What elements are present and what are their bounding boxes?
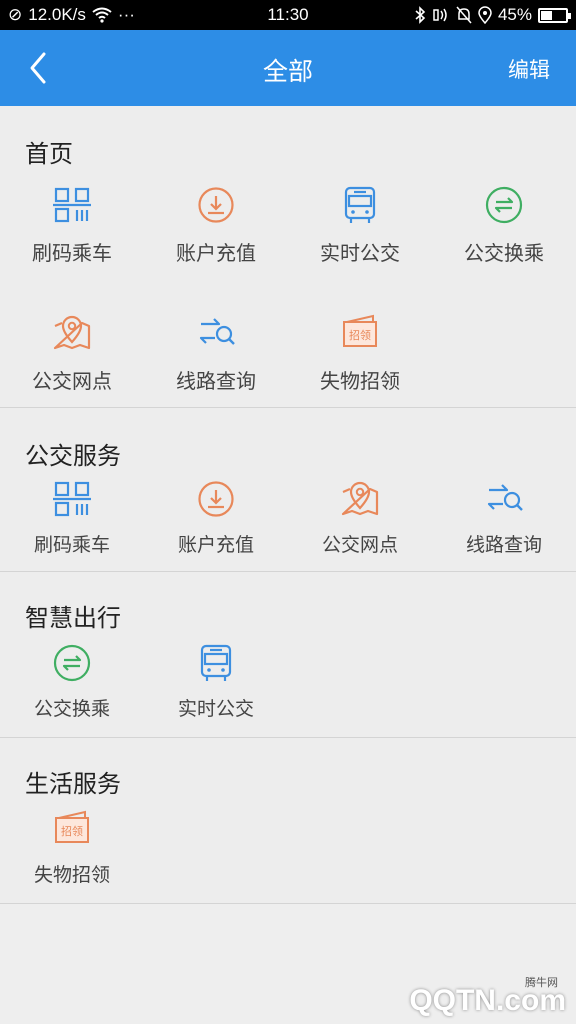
qr-code-icon (51, 478, 93, 520)
download-circle-icon (195, 184, 237, 226)
service-label: 实时公交 (177, 698, 254, 720)
service-label: 刷码乘车 (32, 241, 112, 265)
service-item-transfer[interactable]: 公交换乘 (432, 184, 576, 294)
lost-found-icon: 招领 (339, 312, 381, 354)
bus-icon (195, 642, 237, 684)
page-title: 全部 (262, 57, 313, 86)
service-label: 账户充值 (177, 534, 254, 556)
section-bus-service: 公交服务 刷码乘车 账户充值 公交网点 线路查询 (0, 408, 576, 572)
service-item-recharge[interactable]: 账户充值 (144, 184, 288, 294)
transfer-circle-icon (51, 642, 93, 684)
route-search-icon (195, 312, 237, 354)
service-item-scan-ride[interactable]: 刷码乘车 (0, 184, 144, 294)
service-item-route-query[interactable]: 线路查询 (144, 312, 288, 422)
service-label: 公交换乘 (33, 698, 110, 720)
section-smart-travel: 智慧出行 公交换乘 实时公交 (0, 572, 576, 738)
content: 首页 刷码乘车 账户充值 实时公交 公交换乘 公交网点 线路查询 招领 失物招领… (0, 106, 576, 904)
service-label: 失物招领 (33, 864, 110, 886)
mute-bell-icon (456, 6, 472, 24)
service-item-realtime-bus[interactable]: 实时公交 (144, 642, 288, 721)
map-pin-icon (339, 478, 381, 520)
watermark-logo: 腾牛网 QQTN.com (409, 977, 566, 1018)
grid-row: 公交网点 线路查询 招领 失物招领 (0, 312, 576, 422)
service-item-transfer[interactable]: 公交换乘 (0, 642, 144, 721)
service-item-bus-outlets[interactable]: 公交网点 (288, 478, 432, 557)
lost-found-icon: 招领 (51, 808, 93, 850)
edit-button[interactable]: 编辑 (508, 54, 550, 84)
svg-text:招领: 招领 (61, 824, 83, 838)
section-home: 首页 刷码乘车 账户充值 实时公交 公交换乘 公交网点 线路查询 招领 失物招领 (0, 106, 576, 408)
chevron-left-icon (30, 52, 46, 84)
service-label: 公交网点 (321, 534, 398, 556)
status-bar: ⊘ 12.0K/s ··· 11:30 45% (0, 0, 576, 30)
battery-icon (538, 7, 571, 23)
service-item-route-query[interactable]: 线路查询 (432, 478, 576, 557)
service-item-lost-found[interactable]: 招领 失物招领 (0, 808, 144, 887)
bus-icon (339, 184, 381, 226)
service-label: 公交换乘 (464, 241, 544, 265)
service-label: 账户充值 (176, 241, 256, 265)
transfer-circle-icon (483, 184, 525, 226)
service-item-bus-outlets[interactable]: 公交网点 (0, 312, 144, 422)
app-bar: 全部 编辑 (0, 30, 576, 106)
section-title: 首页 (25, 140, 73, 168)
service-label: 刷码乘车 (33, 534, 110, 556)
download-circle-icon (195, 478, 237, 520)
service-label: 线路查询 (176, 369, 256, 393)
back-button[interactable] (22, 48, 62, 88)
service-item-recharge[interactable]: 账户充值 (144, 478, 288, 557)
grid-row: 公交换乘 实时公交 (0, 642, 576, 721)
watermark-small-text: 腾牛网 (525, 977, 558, 989)
service-item-scan-ride[interactable]: 刷码乘车 (0, 478, 144, 557)
service-label: 公交网点 (32, 369, 112, 393)
location-icon (478, 6, 492, 24)
section-title: 生活服务 (25, 770, 121, 798)
battery-percent: 45% (497, 5, 532, 24)
service-label: 实时公交 (320, 241, 400, 265)
grid-row: 招领 失物招领 (0, 808, 576, 887)
nfc-icon (433, 8, 447, 22)
map-pin-icon (51, 312, 93, 354)
service-label: 线路查询 (465, 534, 542, 556)
svg-text:招领: 招领 (349, 328, 371, 342)
service-item-realtime-bus[interactable]: 实时公交 (288, 184, 432, 294)
bluetooth-icon (415, 6, 426, 24)
route-search-icon (483, 478, 525, 520)
grid-row: 刷码乘车 账户充值 实时公交 公交换乘 (0, 184, 576, 294)
service-item-lost-found[interactable]: 招领 失物招领 (288, 312, 432, 422)
grid-row: 刷码乘车 账户充值 公交网点 线路查询 (0, 478, 576, 557)
section-life-service: 生活服务 招领 失物招领 (0, 738, 576, 904)
section-title: 智慧出行 (25, 604, 121, 632)
qr-code-icon (51, 184, 93, 226)
service-label: 失物招领 (320, 369, 400, 393)
section-title: 公交服务 (25, 442, 121, 470)
